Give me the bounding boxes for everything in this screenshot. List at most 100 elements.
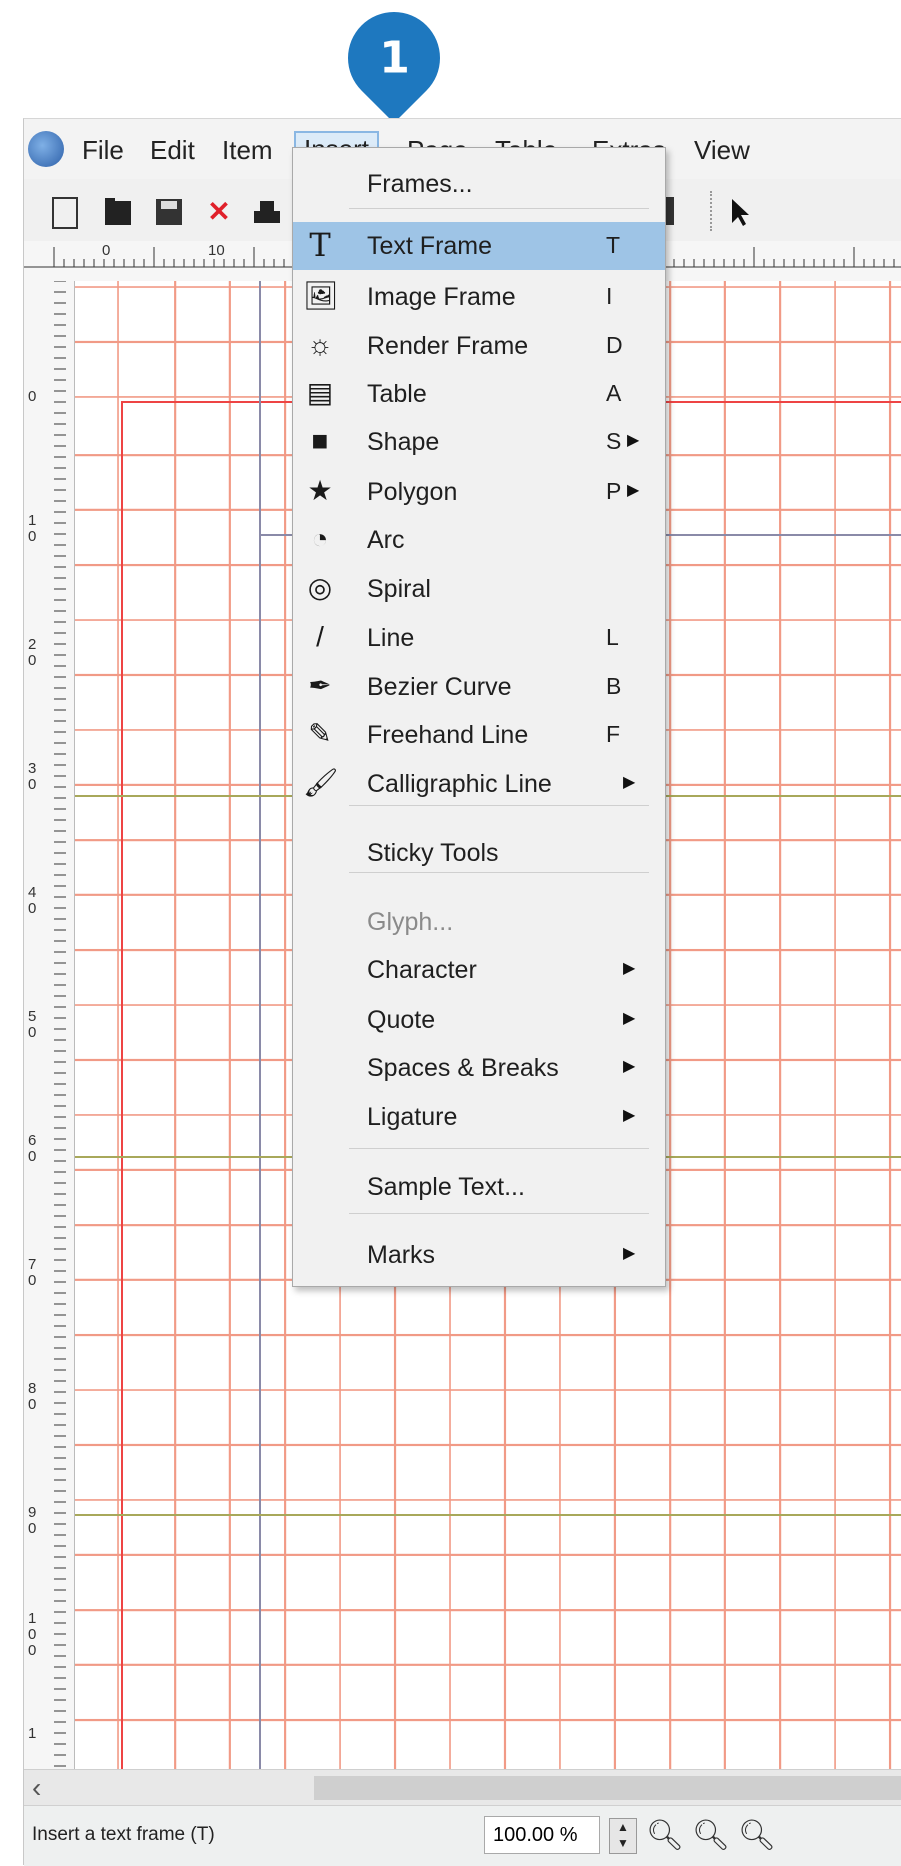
toolbar-separator	[710, 191, 714, 231]
menu-item-marks[interactable]: Marks ▶	[293, 1231, 665, 1279]
horizontal-scrollbar[interactable]: ‹	[24, 1769, 901, 1806]
menu-separator	[349, 208, 649, 209]
menu-item-quote[interactable]: Quote ▶	[293, 996, 665, 1044]
menu-item-polygon[interactable]: ★ Polygon P ▶	[293, 468, 665, 516]
save-icon[interactable]	[152, 195, 186, 229]
scroll-left-icon[interactable]: ‹	[32, 1772, 41, 1804]
pen-icon: ✒	[308, 670, 332, 701]
submenu-arrow-icon: ▶	[623, 1245, 636, 1262]
menu-separator	[349, 1213, 649, 1214]
menu-item-calligraphic-line[interactable]: 🖌 Calligraphic Line ▶	[293, 760, 665, 808]
menu-item-image-frame[interactable]: 🖼 Image Frame I	[293, 273, 665, 321]
zoom-reset-icon[interactable]: 🔍︎	[738, 1818, 776, 1853]
menu-item-label: Calligraphic Line	[367, 770, 552, 798]
menu-item-label: Spaces & Breaks	[367, 1054, 559, 1082]
menu-edit[interactable]: Edit	[142, 134, 203, 166]
arc-icon: ◔	[311, 523, 329, 554]
submenu-arrow-icon: ▶	[623, 960, 636, 977]
submenu-arrow-icon: ▶	[627, 482, 640, 499]
guide-line	[75, 1514, 901, 1516]
shortcut-label: F	[606, 721, 621, 747]
status-bar: Insert a text frame (T) ▲▼ 🔍︎ 🔍︎ 🔍︎	[24, 1805, 901, 1866]
menu-item-frames[interactable]: Frames...	[293, 160, 665, 208]
close-icon[interactable]: ✕	[202, 195, 236, 229]
menu-item-label: Line	[367, 624, 415, 652]
menu-item-bezier-curve[interactable]: ✒ Bezier Curve B	[293, 663, 665, 711]
menu-item-label: Quote	[367, 1006, 436, 1034]
menu-item-line[interactable]: / Line L	[293, 614, 665, 662]
menu-item-render-frame[interactable]: ☼ Render Frame D	[293, 322, 665, 370]
line-icon: /	[316, 621, 324, 652]
menu-item-label: Sticky Tools	[367, 839, 499, 867]
menu-view[interactable]: View	[686, 134, 758, 166]
menu-file[interactable]: File	[74, 134, 132, 166]
zoom-in-icon[interactable]: 🔍︎	[692, 1818, 730, 1853]
menu-item-label: Spiral	[367, 575, 431, 603]
ruler-label: 10	[28, 512, 37, 545]
status-text: Insert a text frame (T)	[32, 1824, 215, 1845]
menu-item-spaces-breaks[interactable]: Spaces & Breaks ▶	[293, 1044, 665, 1092]
ruler-label: 1	[28, 1725, 37, 1742]
menu-separator	[349, 805, 649, 806]
margin-guide	[259, 281, 261, 1769]
spiral-icon: ◎	[307, 572, 333, 603]
app-logo-icon	[28, 131, 64, 167]
scrollbar-thumb[interactable]	[314, 1776, 901, 1800]
zoom-input[interactable]	[484, 1816, 600, 1854]
submenu-arrow-icon: ▶	[627, 432, 640, 449]
submenu-arrow-icon: ▶	[623, 774, 636, 791]
menu-item-sticky-tools[interactable]: Sticky Tools	[293, 829, 665, 877]
menu-item-label: Character	[367, 956, 477, 984]
shortcut-label: A	[606, 380, 622, 406]
new-document-icon[interactable]	[52, 197, 78, 229]
menu-item-label: Arc	[367, 526, 405, 554]
shortcut-label: B	[606, 673, 622, 699]
menu-item-freehand-line[interactable]: ✎ Freehand Line F	[293, 711, 665, 759]
pointer-icon[interactable]	[722, 195, 756, 229]
ruler-label: 60	[28, 1132, 37, 1165]
image-icon: 🖼	[303, 280, 339, 311]
render-icon: ☼	[307, 329, 333, 360]
open-folder-icon[interactable]	[102, 195, 136, 229]
menu-item-label: Glyph...	[367, 908, 454, 936]
menu-item-spiral[interactable]: ◎ Spiral	[293, 565, 665, 613]
shape-icon: ■	[311, 425, 329, 456]
menu-item-label: Table	[367, 380, 427, 408]
menu-item-label: Bezier Curve	[367, 673, 512, 701]
menu-item-arc[interactable]: ◔ Arc	[293, 516, 665, 564]
zoom-out-icon[interactable]: 🔍︎	[646, 1818, 684, 1853]
shortcut-label: I	[606, 283, 613, 309]
menu-item-table[interactable]: ▤ Table A	[293, 370, 665, 418]
shortcut-label: S	[606, 428, 622, 454]
ruler-label: 70	[28, 1256, 37, 1289]
submenu-arrow-icon: ▶	[623, 1010, 636, 1027]
shortcut-label: D	[606, 332, 623, 358]
menu-item-label: Freehand Line	[367, 721, 529, 749]
ruler-label: 20	[28, 636, 37, 669]
ruler-label: 40	[28, 884, 37, 917]
menu-item-label: Text Frame	[367, 232, 493, 260]
menu-item-glyph[interactable]: Glyph...	[293, 898, 665, 946]
menu-item-ligature[interactable]: Ligature ▶	[293, 1093, 665, 1141]
menu-item-shape[interactable]: ■ Shape S ▶	[293, 418, 665, 466]
print-icon[interactable]	[250, 195, 284, 229]
menu-item-label: Ligature	[367, 1103, 458, 1131]
menu-item-sample-text[interactable]: Sample Text...	[293, 1163, 665, 1211]
menu-item-label: Polygon	[367, 478, 458, 506]
menu-item[interactable]: Item	[214, 134, 281, 166]
menu-item-character[interactable]: Character ▶	[293, 946, 665, 994]
ruler-label: 100	[28, 1610, 37, 1659]
brush-icon: 🖌	[303, 767, 339, 798]
zoom-stepper[interactable]: ▲ ▼	[609, 1818, 637, 1854]
shortcut-label: T	[606, 232, 621, 258]
menu-item-text-frame[interactable]: T Text Frame T	[293, 222, 665, 270]
ruler-label: 50	[28, 1008, 37, 1041]
menu-item-label: Frames...	[367, 170, 473, 198]
submenu-arrow-icon: ▶	[623, 1058, 636, 1075]
pencil-icon: ✎	[308, 718, 332, 749]
ruler-label: 10	[208, 242, 225, 259]
ruler-label: 0	[28, 388, 37, 405]
menu-item-label: Marks	[367, 1241, 436, 1269]
ruler-label: 0	[102, 242, 111, 259]
star-icon: ★	[307, 475, 333, 506]
